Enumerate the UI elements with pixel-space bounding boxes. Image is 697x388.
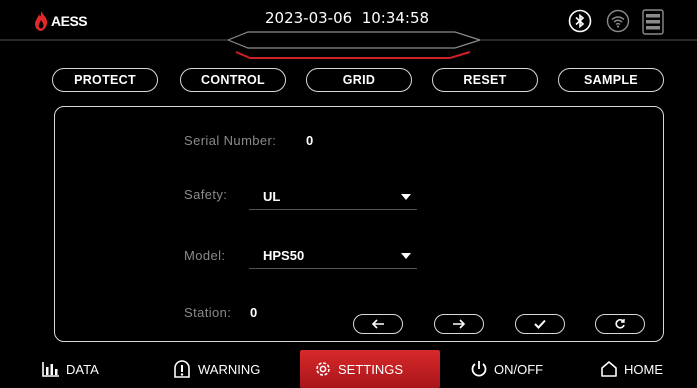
refresh-icon — [615, 319, 625, 329]
station-label: Station: — [184, 305, 232, 320]
chevron-down-icon — [401, 194, 411, 200]
bar-chart-icon — [42, 362, 59, 377]
settings-panel: Serial Number: 0 Safety: UL Model: HPS50… — [54, 106, 664, 342]
home-icon — [601, 361, 617, 377]
tab-control[interactable]: CONTROL — [180, 68, 286, 92]
safety-value: UL — [263, 189, 281, 204]
right-arrow-icon — [453, 319, 466, 329]
safety-select[interactable]: UL — [249, 185, 417, 210]
model-label: Model: — [184, 248, 226, 263]
check-icon — [534, 319, 546, 329]
tab-grid[interactable]: GRID — [306, 68, 412, 92]
next-button[interactable] — [434, 314, 484, 334]
serial-number-value: 0 — [306, 133, 314, 148]
nav-on-off[interactable]: ON/OFF — [470, 350, 543, 388]
left-arrow-icon — [371, 319, 384, 329]
model-value: HPS50 — [263, 248, 305, 263]
confirm-button[interactable] — [515, 314, 565, 334]
nav-warning-label: WARNING — [198, 361, 261, 377]
nav-home-label: HOME — [624, 361, 663, 377]
nav-data-label: DATA — [66, 361, 99, 377]
station-value: 0 — [250, 305, 258, 320]
nav-settings[interactable]: SETTINGS — [300, 350, 440, 388]
wifi-icon[interactable] — [606, 9, 630, 33]
previous-button[interactable] — [353, 314, 403, 334]
gear-icon — [316, 362, 330, 376]
nav-home[interactable]: HOME — [600, 350, 663, 388]
nav-settings-label: SETTINGS — [338, 361, 404, 377]
tab-reset[interactable]: RESET — [432, 68, 538, 92]
server-icon[interactable] — [642, 9, 664, 35]
serial-number-label: Serial Number: — [184, 133, 277, 148]
status-icons — [568, 9, 688, 35]
warning-icon — [174, 360, 190, 378]
chevron-down-icon — [401, 253, 411, 259]
nav-on-off-label: ON/OFF — [494, 361, 544, 377]
bluetooth-icon[interactable] — [568, 9, 592, 33]
top-bar: AESS 2023-03-06 10:34:58 — [0, 0, 697, 60]
settings-tabs: PROTECT CONTROL GRID RESET SAMPLE — [0, 68, 697, 94]
tab-protect[interactable]: PROTECT — [52, 68, 158, 92]
refresh-button[interactable] — [595, 314, 645, 334]
date-time: 2023-03-06 10:34:58 — [265, 9, 430, 27]
nav-warning[interactable]: WARNING — [172, 350, 260, 388]
safety-label: Safety: — [184, 187, 228, 202]
model-select[interactable]: HPS50 — [249, 244, 417, 269]
power-icon — [471, 361, 487, 377]
bottom-nav: DATA WARNING SETTINGS ON/OFF HOME — [0, 350, 697, 388]
nav-data[interactable]: DATA — [42, 350, 99, 388]
tab-sample[interactable]: SAMPLE — [558, 68, 664, 92]
